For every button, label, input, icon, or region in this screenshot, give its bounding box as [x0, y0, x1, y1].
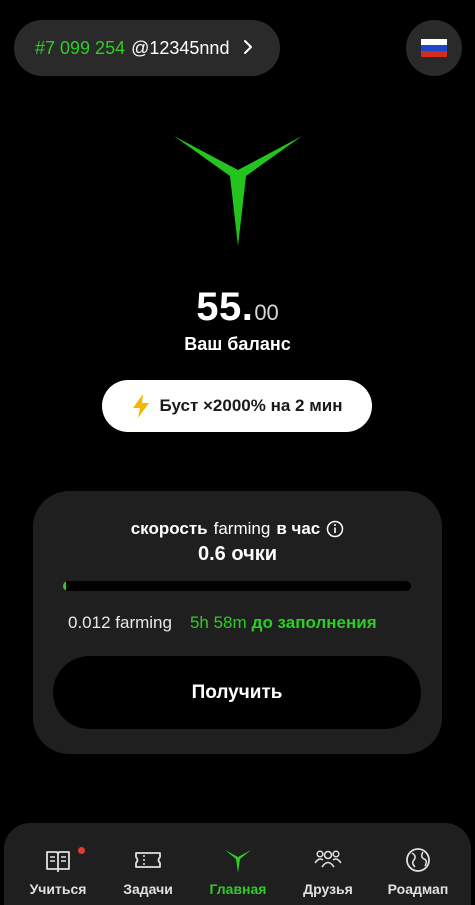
- nav-item-home[interactable]: Главная: [193, 845, 283, 897]
- username: @12345nnd: [131, 37, 230, 58]
- rate-suffix: в час: [276, 519, 321, 538]
- friends-icon: [314, 850, 342, 868]
- balance-integer: 55.: [196, 285, 254, 329]
- nav-label-friends: Друзья: [303, 881, 353, 897]
- farming-amount: 0.012 farming: [68, 613, 172, 632]
- nav-label-home: Главная: [209, 881, 267, 897]
- bottom-nav: Учиться Задачи Главная Друзья Роадмап: [4, 823, 471, 905]
- nav-item-tasks[interactable]: Задачи: [103, 845, 193, 897]
- farming-progress-fill: [63, 581, 67, 591]
- app-logo-icon: [174, 136, 302, 246]
- farming-progress-bar: [63, 581, 411, 591]
- info-icon[interactable]: [326, 520, 344, 538]
- user-rank: #7 099 254: [35, 37, 126, 58]
- farming-rate-label: скорость farming в час: [33, 519, 442, 539]
- profile-pill[interactable]: #7 099 254 @12345nnd: [14, 20, 280, 76]
- farming-status-row: 0.012 farming 5h 58m до заполнения: [68, 613, 428, 633]
- farming-until-label: до заполнения: [251, 613, 377, 632]
- boost-button[interactable]: Буст ×2000% на 2 мин: [102, 380, 372, 432]
- nav-item-roadmap[interactable]: Роадмап: [373, 845, 463, 897]
- globe-icon: [406, 848, 430, 872]
- farming-points: 0.6 очки: [198, 543, 277, 565]
- chevron-right-icon: [244, 40, 252, 54]
- rate-word: farming: [213, 519, 271, 538]
- nav-item-learn[interactable]: Учиться: [13, 845, 103, 897]
- rate-prefix: скорость: [130, 519, 208, 538]
- logo-icon: [225, 850, 251, 873]
- balance-decimals: 00: [254, 300, 279, 325]
- nav-label-tasks: Задачи: [123, 881, 173, 897]
- balance-value: 55.00: [0, 285, 475, 330]
- book-icon: [46, 851, 70, 872]
- russia-flag-icon: [421, 39, 447, 57]
- nav-item-friends[interactable]: Друзья: [283, 845, 373, 897]
- language-button[interactable]: [406, 20, 462, 76]
- notification-dot: [78, 847, 85, 854]
- lightning-icon: [133, 394, 150, 418]
- ticket-icon: [135, 852, 161, 868]
- balance-label: Ваш баланс: [184, 334, 291, 354]
- farming-card: скорость farming в час 0.6 очки 0.012 fa…: [33, 491, 442, 754]
- claim-button[interactable]: Получить: [53, 656, 421, 729]
- farming-time-left: 5h 58m: [189, 613, 247, 632]
- boost-label: Буст ×2000% на 2 мин: [159, 396, 343, 415]
- nav-label-learn: Учиться: [29, 881, 87, 897]
- nav-label-roadmap: Роадмап: [387, 881, 449, 897]
